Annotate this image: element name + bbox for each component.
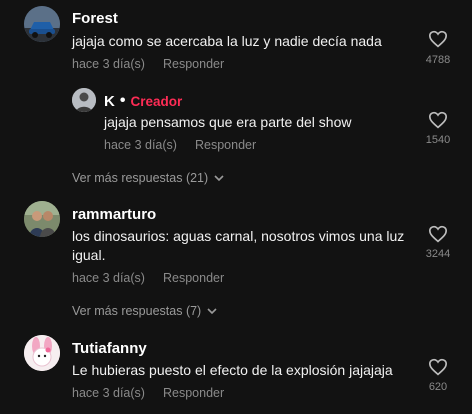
view-more-replies-label: Ver más respuestas (7)	[72, 304, 202, 318]
comment-timestamp: hace 3 día(s)	[72, 386, 145, 400]
like-count: 4788	[425, 54, 451, 66]
heart-outline-icon[interactable]	[428, 225, 448, 243]
comment-author[interactable]: Tutiafanny	[72, 340, 147, 357]
separator-dot: •	[119, 92, 126, 109]
like-count: 620	[428, 381, 448, 393]
view-more-replies[interactable]: Ver más respuestas (21)	[72, 171, 224, 185]
reply-author[interactable]: K	[104, 93, 115, 110]
heart-outline-icon[interactable]	[428, 358, 448, 376]
reply-button[interactable]: Responder	[163, 271, 224, 285]
creator-avatar-image	[72, 88, 96, 112]
avatar-rammarturo[interactable]	[24, 201, 60, 237]
reply-button[interactable]: Responder	[195, 138, 256, 152]
reply-timestamp: hace 3 día(s)	[104, 138, 177, 152]
avatar-creator[interactable]	[72, 88, 96, 112]
people-avatar-image	[24, 201, 60, 237]
heart-outline-icon[interactable]	[428, 111, 448, 129]
chevron-down-icon	[207, 307, 217, 314]
avatar-tutiafanny[interactable]	[24, 335, 60, 371]
creator-badge: Creador	[130, 93, 183, 109]
car-avatar-image	[24, 6, 60, 42]
reply-author-row: K • Creador	[104, 92, 182, 110]
heart-outline-icon[interactable]	[428, 30, 448, 48]
like-count: 3244	[425, 248, 451, 260]
bunny-avatar-image	[24, 335, 60, 371]
comment-author[interactable]: Forest	[72, 10, 118, 27]
comment-text-line-1: los dinosaurios: aguas carnal, nosotros …	[72, 228, 405, 244]
comment-timestamp: hace 3 día(s)	[72, 57, 145, 71]
view-more-replies[interactable]: Ver más respuestas (7)	[72, 304, 217, 318]
like-count: 1540	[425, 134, 451, 146]
reply-button[interactable]: Responder	[163, 57, 224, 71]
reply-button[interactable]: Responder	[163, 386, 224, 400]
comment-text: Le hubieras puesto el efecto de la explo…	[72, 362, 393, 378]
comment-text-line-2: igual.	[72, 247, 106, 263]
view-more-replies-label: Ver más respuestas (21)	[72, 171, 209, 185]
comment-author[interactable]: rammarturo	[72, 206, 156, 223]
comment-timestamp: hace 3 día(s)	[72, 271, 145, 285]
avatar-forest[interactable]	[24, 6, 60, 42]
reply-text: jajaja pensamos que era parte del show	[104, 114, 352, 130]
chevron-down-icon	[214, 174, 224, 181]
comment-text: jajaja como se acercaba la luz y nadie d…	[72, 33, 382, 49]
